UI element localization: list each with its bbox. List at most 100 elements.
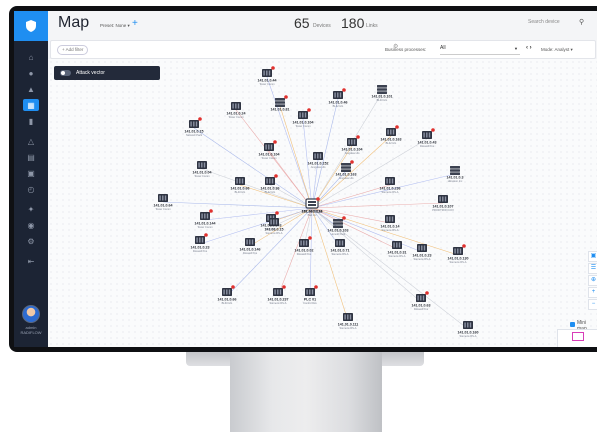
node-24[interactable]: 141.01.0.14Siemens RS-A	[381, 215, 400, 232]
node-8[interactable]: 141.01.0.15Network Pack	[185, 117, 204, 137]
node-desc-label[interactable]: Honold Pack	[331, 232, 346, 236]
node-11[interactable]: 141.01.0.104Jungalas HG	[342, 135, 363, 155]
node-36[interactable]: 141.01.0.111Siemens RS-A	[338, 313, 359, 330]
node-desc-label[interactable]: BL42 HG	[265, 190, 276, 194]
node-ip-label[interactable]: 141.01.0.236	[380, 187, 401, 191]
node-desc-label[interactable]: Jungalas HG	[339, 176, 354, 180]
node-ip-label[interactable]: 141.01.0.104	[342, 148, 363, 152]
node-ip-label[interactable]: 141.01.0.160	[458, 331, 479, 335]
layers-icon[interactable]: ☰	[588, 263, 597, 274]
node-desc-label[interactable]: Siemens RS-A	[413, 257, 430, 261]
node-desc-label[interactable]: BL42 HG	[333, 104, 344, 108]
toggle-switch[interactable]	[60, 70, 71, 76]
node-desc-label[interactable]: Jungalas HG	[345, 151, 360, 155]
node-ip-label[interactable]: 141.01.0.163	[336, 173, 357, 177]
node-ip-label[interactable]: 141.01.0.23	[413, 254, 432, 258]
node-desc-label[interactable]: BL40 HG	[377, 98, 388, 102]
node-30[interactable]: 141.01.0.23Siemens RS-A	[413, 244, 432, 261]
node-desc-label[interactable]: Network Pack	[186, 133, 203, 137]
node-ip-label[interactable]: 141.01.0.71	[331, 249, 350, 253]
node-desc-label[interactable]: Tower Comm	[228, 115, 243, 119]
node-26[interactable]: 141.01.0.146Roswell Pos	[240, 238, 261, 255]
node-28[interactable]: 141.01.0.71Siemens RS-A	[331, 239, 350, 256]
node-desc-label[interactable]: Roswell Pos	[193, 249, 208, 253]
node-ip-label[interactable]: 141.01.0.66	[231, 187, 250, 191]
node-ip-label[interactable]: 141.01.0.24	[227, 112, 246, 116]
node-7[interactable]: 141.01.0.43Roswell Pos	[418, 128, 437, 148]
node-ip-label[interactable]: 141.01.0.101	[372, 95, 393, 99]
node-1[interactable]: 141.01.0.81	[271, 95, 290, 112]
node-3[interactable]: 141.01.0.46BL42 HG	[329, 88, 348, 108]
node-15[interactable]: 141.01.0.3Hikvision Inc	[447, 166, 464, 183]
network-graph[interactable]: 141.01.0.44Tower Comm141.01.0.81141.01.0…	[14, 11, 597, 347]
node-desc-label[interactable]: Siemens RS-A	[331, 252, 348, 256]
node-ip-label[interactable]: 141.01.0.36	[261, 187, 280, 191]
node-29[interactable]: 141.01.0.31Siemens RS-A	[388, 241, 407, 258]
node-6[interactable]: 141.01.0.163BL42 HG	[381, 125, 402, 145]
node-desc-label[interactable]: Bad Inc	[308, 213, 317, 217]
node-desc-label[interactable]: Hikvision Inc	[448, 179, 463, 183]
node-ip-label[interactable]: 141.01.0.14	[381, 225, 400, 229]
node-ip-label[interactable]: 141.01.0.44	[258, 79, 277, 83]
node-16[interactable]: 141.01.0.66BL40 HG	[231, 177, 250, 194]
zoom-in-button[interactable]: +	[588, 287, 597, 298]
node-12[interactable]: 141.01.0.04Tower Comm	[193, 161, 212, 178]
node-desc-label[interactable]: Siemens RS-A	[381, 190, 398, 194]
node-25[interactable]: 141.01.0.23Roswell Pos	[191, 233, 210, 253]
node-34[interactable]: 141.01.0.237Siemens RS-A	[268, 285, 289, 305]
minimap[interactable]	[557, 329, 597, 347]
node-ip-label[interactable]: 141.01.0.81	[271, 108, 290, 112]
node-ip-label[interactable]: 141.01.0.23	[191, 246, 210, 250]
node-desc-label[interactable]: Siemens RS-A	[269, 301, 286, 305]
node-desc-label[interactable]: Tower Comm	[259, 82, 274, 86]
node-desc-label[interactable]: Tower Comm	[295, 124, 310, 128]
node-ip-label[interactable]: 141.01.0.15	[265, 228, 284, 232]
node-desc-label[interactable]: PROFITRON COX	[432, 208, 454, 212]
minimap-checkbox[interactable]	[570, 322, 575, 327]
node-desc-label[interactable]: Tower Comm	[261, 156, 276, 160]
node-23[interactable]: 141.01.0.103Honold Pack	[328, 216, 349, 236]
node-desc-label[interactable]: Roswell Pos	[297, 252, 312, 256]
node-33[interactable]: 141.01.0.66BL40 HG	[218, 285, 237, 305]
node-desc-label[interactable]: Control Dev	[303, 301, 317, 305]
node-ip-label[interactable]: 141.01.0.63	[412, 304, 431, 308]
node-ip-label[interactable]: 141.01.0.130	[448, 257, 469, 261]
zoom-out-button[interactable]: −	[588, 299, 597, 310]
node-ip-label[interactable]: 141.01.0.104	[293, 121, 314, 125]
locate-icon[interactable]: ⊕	[588, 275, 597, 286]
node-desc-label[interactable]: Tower Comm	[194, 174, 209, 178]
node-desc-label[interactable]: BL40 HG	[222, 301, 233, 305]
node-ip-label[interactable]: 141.01.0.107	[433, 205, 454, 209]
node-desc-label[interactable]: Roswell Pos	[414, 307, 429, 311]
node-ip-label[interactable]: 141.01.0.144	[195, 222, 216, 226]
node-ip-label[interactable]: PLC 01	[304, 298, 316, 302]
node-desc-label[interactable]: BL40 HG	[235, 190, 246, 194]
node-ip-label[interactable]: 141.01.0.104	[259, 153, 280, 157]
node-31[interactable]: 141.01.0.130Siemens RS-A	[448, 244, 469, 264]
node-desc-label[interactable]: Tower Comm	[197, 225, 212, 229]
node-14[interactable]: 141.01.0.236Siemens RS-A	[380, 177, 401, 194]
node-ip-label[interactable]: 141.01.0.237	[268, 298, 289, 302]
node-desc-label[interactable]: Roswell Pos	[243, 251, 258, 255]
node-ip-label[interactable]: 141.01.0.103	[328, 229, 349, 233]
node-desc-label[interactable]: Jungalas HG	[311, 165, 326, 169]
node-4[interactable]: 141.01.0.24Tower Comm	[227, 102, 246, 119]
node-ip-label[interactable]: 141.01.0.15	[185, 130, 204, 134]
node-desc-label[interactable]: Roswell Pos	[420, 144, 435, 148]
node-ip-label[interactable]: 141.01.0.152	[308, 162, 329, 166]
node-5[interactable]: 141.01.0.104Tower Comm	[293, 108, 314, 128]
node-35[interactable]: PLC 01Control Dev	[303, 285, 318, 305]
minimap-viewport[interactable]	[572, 332, 584, 341]
node-2[interactable]: 141.01.0.101BL40 HG	[372, 85, 393, 102]
node-desc-label[interactable]: Siemens RS-A	[339, 326, 356, 330]
node-desc-label[interactable]: Siemens RS-A	[388, 254, 405, 258]
node-ip-label[interactable]: 141.01.0.64	[154, 204, 173, 208]
node-ip-label[interactable]: 141.01.0.3	[447, 176, 464, 180]
node-ip-label[interactable]: 141.01.0.163	[381, 138, 402, 142]
node-desc-label[interactable]: Siemens RS-A	[381, 228, 398, 232]
fit-view-icon[interactable]: ▣	[588, 251, 597, 262]
node-ip-label[interactable]: 141.01.0.46	[329, 101, 348, 105]
node-ip-label[interactable]: 141.01.0.112	[302, 210, 323, 214]
node-ip-label[interactable]: 141.01.0.146	[240, 248, 261, 252]
node-ip-label[interactable]: 141.01.0.04	[193, 171, 212, 175]
